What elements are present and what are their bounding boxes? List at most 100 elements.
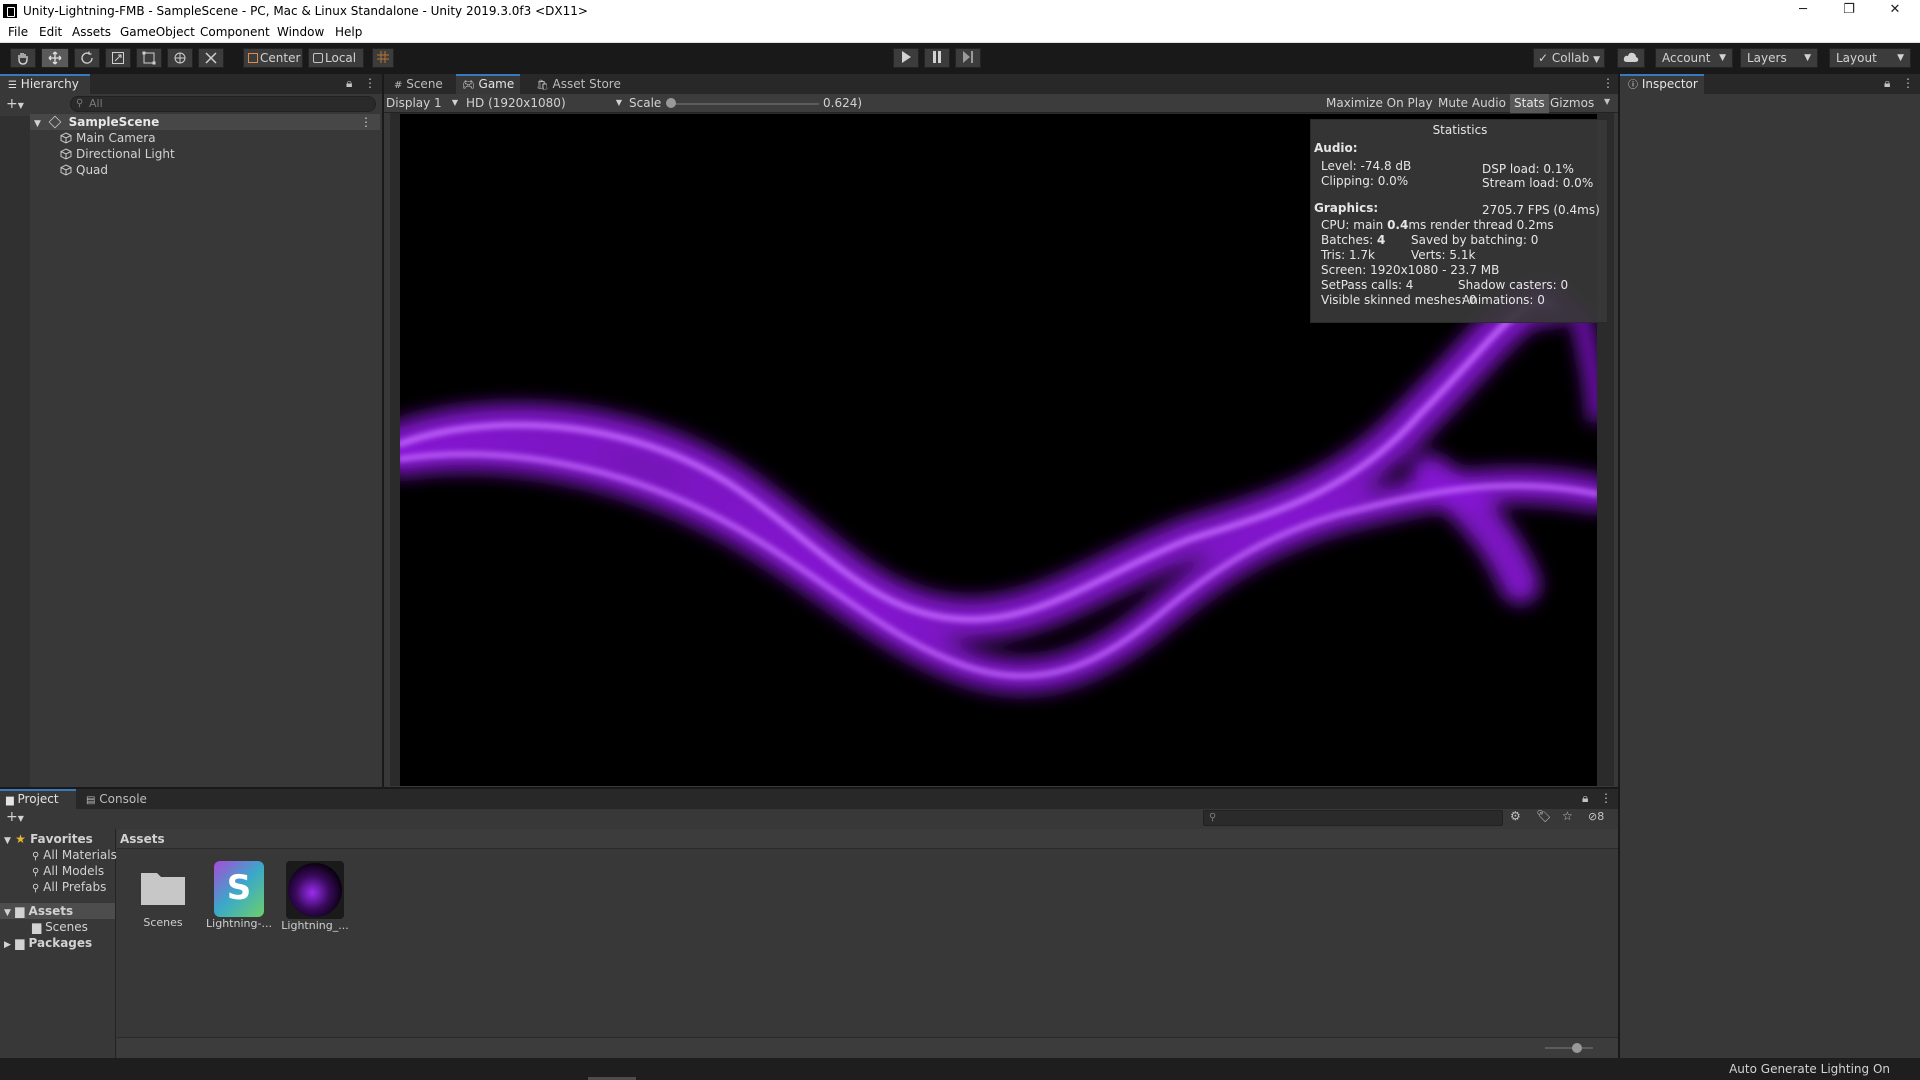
scenes-folder-row[interactable]: ▆ Scenes [32, 919, 88, 935]
asset-item-scenes[interactable]: Scenes [126, 861, 200, 929]
layers-dropdown[interactable]: Layers ▼ [1740, 48, 1818, 68]
menu-edit[interactable]: Edit [39, 25, 62, 39]
assets-folder-row[interactable]: ▼ ▆ Assets [0, 903, 115, 919]
menu-component[interactable]: Component [200, 25, 270, 39]
scale-slider-track[interactable] [669, 103, 819, 105]
local-icon [313, 53, 323, 63]
search-by-type-icon[interactable]: ⚙ [1510, 809, 1521, 823]
pivot-center-button[interactable]: Center [243, 48, 303, 68]
search-icon: ⚲ [32, 851, 40, 862]
hierarchy-search-input[interactable]: ⚲ All [70, 96, 376, 112]
hidden-packages-toggle[interactable]: ⊘8 [1588, 810, 1604, 823]
chevron-down-icon: ▼ [1593, 55, 1600, 65]
cloud-services-button[interactable] [1617, 48, 1645, 68]
account-dropdown[interactable]: Account ▼ [1655, 48, 1733, 68]
expand-arrow-icon: ▼ [4, 836, 11, 846]
rect-tool-button[interactable] [136, 48, 162, 68]
material-icon [286, 861, 344, 919]
tab-hierarchy[interactable]: ☰ Hierarchy [0, 74, 90, 94]
grid-snap-icon [377, 51, 389, 63]
favorite-item[interactable]: ⚲ All Models [32, 863, 104, 879]
scene-menu-kebab-icon[interactable]: ⋮ [360, 114, 372, 130]
stream-load: Stream load: 0.0% [1482, 176, 1594, 190]
asset-item-shader[interactable]: S Lightning-... [202, 861, 276, 930]
favorite-label: All Prefabs [43, 880, 107, 894]
lock-icon[interactable]: 🔒︎ [1884, 76, 1890, 91]
panel-menu-kebab-icon[interactable]: ⋮ [1902, 76, 1914, 90]
favorite-item[interactable]: ⚲ All Materials [32, 847, 117, 863]
hierarchy-item-directional-light[interactable]: Directional Light [60, 146, 175, 162]
project-folder-tree: ▼ ★ Favorites ⚲ All Materials ⚲ All Mode… [0, 829, 117, 1058]
display-dropdown[interactable]: Display 1 ▼ [386, 96, 462, 110]
assets-label: Assets [28, 904, 74, 918]
project-add-button[interactable]: +▼ [6, 809, 24, 825]
breadcrumb-assets[interactable]: Assets [120, 832, 165, 846]
create-add-button[interactable]: +▼ [6, 96, 24, 112]
pause-button[interactable] [924, 48, 950, 68]
tools-icon [205, 52, 217, 64]
visible-skinned-stat: Visible skinned meshes: 0 [1321, 293, 1477, 307]
scale-slider-handle[interactable] [666, 98, 676, 108]
resolution-dropdown[interactable]: HD (1920x1080) ▼ [466, 96, 626, 110]
lock-icon[interactable]: 🔒︎ [1582, 791, 1588, 806]
panel-menu-kebab-icon[interactable]: ⋮ [1602, 76, 1614, 90]
close-button[interactable]: ✕ [1872, 0, 1918, 22]
cpu-prefix: CPU: main [1321, 218, 1388, 232]
scale-tool-button[interactable] [105, 48, 131, 68]
search-by-label-icon[interactable]: 🏷︎ [1536, 809, 1551, 823]
gizmos-toggle[interactable]: Gizmos [1546, 94, 1598, 113]
panel-menu-kebab-icon[interactable]: ⋮ [1600, 791, 1612, 805]
menu-file[interactable]: File [8, 25, 28, 39]
packages-folder-row[interactable]: ▶ ▆ Packages [4, 935, 92, 951]
custom-tool-button[interactable] [198, 48, 224, 68]
mute-audio-toggle[interactable]: Mute Audio [1434, 94, 1510, 113]
menu-help[interactable]: Help [335, 25, 362, 39]
tab-asset-store-label: Asset Store [552, 77, 621, 91]
maximize-on-play-toggle[interactable]: Maximize On Play [1322, 94, 1437, 113]
hand-tool-button[interactable] [10, 48, 36, 68]
tab-game[interactable]: 🎮︎ Game [456, 74, 521, 94]
tab-console[interactable]: ▤ Console [80, 789, 153, 809]
stats-toggle[interactable]: Stats [1510, 94, 1549, 113]
gizmos-chevron-down-icon[interactable]: ▼ [1604, 97, 1610, 106]
expand-arrow-icon: ▼ [4, 908, 11, 918]
rotate-tool-button[interactable] [74, 48, 100, 68]
pivot-rotation-button[interactable]: Local [308, 48, 364, 68]
tab-project[interactable]: ▆ Project [0, 789, 76, 809]
hierarchy-item-quad[interactable]: Quad [60, 162, 108, 178]
panel-menu-kebab-icon[interactable]: ⋮ [364, 76, 376, 90]
move-tool-button[interactable] [41, 48, 69, 68]
favorite-star-icon[interactable]: ☆ [1562, 809, 1573, 823]
menu-gameobject[interactable]: GameObject [120, 25, 195, 39]
play-button[interactable] [893, 48, 919, 68]
menu-window[interactable]: Window [277, 25, 324, 39]
favorites-row[interactable]: ▼ ★ Favorites [4, 831, 93, 847]
gamepad-icon: 🎮︎ [462, 80, 475, 91]
tab-scene[interactable]: # Scene [388, 74, 449, 94]
tab-inspector[interactable]: ⓘ Inspector [1620, 74, 1704, 94]
transform-tool-button[interactable] [167, 48, 193, 68]
grid-snap-button[interactable] [372, 48, 394, 68]
project-footer [117, 1037, 1618, 1058]
chevron-down-icon: ▼ [615, 98, 622, 107]
step-button[interactable] [955, 48, 981, 68]
collab-dropdown[interactable]: ✓ Collab ▼ [1533, 48, 1605, 68]
scale-icon [112, 52, 124, 64]
menu-assets[interactable]: Assets [72, 25, 111, 39]
hierarchy-item-label: Main Camera [76, 131, 156, 145]
minimize-button[interactable]: ─ [1780, 0, 1826, 22]
scene-row-samplescene[interactable]: ▼ SampleScene ⋮ [30, 114, 380, 130]
asset-item-material[interactable]: Lightning_... [278, 861, 352, 932]
icon-size-slider-handle[interactable] [1572, 1043, 1582, 1053]
star-icon: ★ [15, 832, 26, 846]
tab-asset-store[interactable]: 🛍︎ Asset Store [530, 74, 627, 94]
hierarchy-item-main-camera[interactable]: Main Camera [60, 130, 156, 146]
lock-icon[interactable]: 🔒︎ [346, 76, 352, 91]
project-search-input[interactable]: ⚲ [1203, 810, 1503, 826]
icon-size-slider-track[interactable] [1545, 1047, 1593, 1049]
folder-icon: ▆ [15, 904, 25, 918]
favorite-item[interactable]: ⚲ All Prefabs [32, 879, 106, 895]
statistics-overlay: Statistics Audio: Level: -74.8 dB DSP lo… [1310, 119, 1608, 323]
layout-dropdown[interactable]: Layout ▼ [1829, 48, 1911, 68]
maximize-button[interactable]: ❐ [1826, 0, 1872, 22]
